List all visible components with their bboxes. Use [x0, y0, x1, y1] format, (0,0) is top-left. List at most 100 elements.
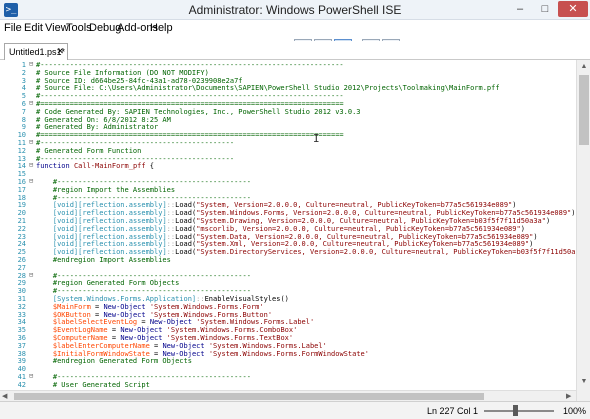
close-tab-icon[interactable]: ✕: [56, 46, 64, 57]
code-line[interactable]: 7 # Code Generated By: SAPIEN Technologie…: [0, 108, 576, 116]
code-line[interactable]: 27: [0, 264, 576, 272]
text-cursor-icon: I: [313, 132, 320, 145]
zoom-level: 100%: [563, 406, 587, 416]
code-line[interactable]: 4 # Source File: C:\Users\Administrator\D…: [0, 84, 576, 92]
vertical-scrollbar[interactable]: ▲ ▼: [576, 60, 590, 401]
code-token: 'System.Windows.Forms.Label': [204, 341, 327, 350]
menu-file[interactable]: File: [4, 22, 22, 34]
code-line[interactable]: 3 # Source ID: d664be25-84fc-43a1-ad78-02…: [0, 77, 576, 85]
fold-toggle-icon[interactable]: ⊟: [29, 139, 36, 146]
code-token: "System, Version=2.0.0.0, Culture=neutra…: [196, 201, 513, 210]
code-token: [void]: [36, 209, 79, 218]
code-line[interactable]: 17 #region Import the Assemblies: [0, 186, 576, 194]
code-text: # Generated Form Function: [36, 147, 141, 155]
code-token: ::: [166, 240, 176, 249]
line-number: 23: [17, 232, 26, 241]
code-text: #---------------------------------------…: [36, 272, 251, 280]
code-text: #=======================================…: [36, 100, 344, 108]
code-line[interactable]: 10 #=====================================…: [0, 131, 576, 139]
code-line[interactable]: 35 $EventLogName = New-Object 'System.Wi…: [0, 326, 576, 334]
fold-toggle-icon[interactable]: ⊟: [29, 100, 36, 107]
code-line[interactable]: 8 # Generated On: 6/8/2012 8:25 AM: [0, 116, 576, 124]
line-number: 35: [17, 326, 26, 335]
code-line[interactable]: 33 $OKButton = New-Object 'System.Window…: [0, 311, 576, 319]
scroll-left-icon[interactable]: ◀: [2, 392, 7, 400]
fold-toggle-icon[interactable]: ⊟: [29, 162, 36, 169]
line-number: 41: [17, 373, 26, 381]
code-line[interactable]: 39 #endregion Generated Form Objects: [0, 357, 576, 365]
code-token: "System.Windows.Forms, Version=2.0.0.0, …: [196, 209, 572, 218]
zoom-slider-thumb[interactable]: [513, 405, 518, 416]
code-line[interactable]: 9 # Generated By: Administrator: [0, 123, 576, 131]
line-number: 29: [17, 279, 26, 288]
code-line[interactable]: 23 [void][reflection.assembly]::Load("Sy…: [0, 233, 576, 241]
scroll-right-icon[interactable]: ▶: [566, 392, 571, 400]
code-line[interactable]: 25 [void][reflection.assembly]::Load("Sy…: [0, 248, 576, 256]
code-line[interactable]: 11 ⊟ #------------------------------------…: [0, 139, 576, 148]
menu-bar: File Edit View Tools Debug Add-ons Help: [0, 20, 590, 37]
code-token: $ComputerName: [36, 334, 108, 342]
code-line[interactable]: 14 ⊟ function Call-MainForm_pff {: [0, 162, 576, 171]
code-line[interactable]: 13 #-------------------------------------…: [0, 155, 576, 163]
code-line[interactable]: 22 [void][reflection.assembly]::Load("ms…: [0, 225, 576, 233]
close-button[interactable]: ✕: [558, 1, 588, 17]
code-line[interactable]: 29 #region Generated Form Objects: [0, 279, 576, 287]
code-line[interactable]: 40: [0, 365, 576, 373]
code-line[interactable]: 41 ⊟ #-----------------------------------…: [0, 373, 576, 382]
fold-toggle-icon[interactable]: ⊟: [29, 178, 36, 185]
code-line[interactable]: 28 ⊟ #-----------------------------------…: [0, 271, 576, 280]
tab-untitled1[interactable]: Untitled1.ps1* ✕: [4, 43, 68, 60]
code-line[interactable]: 32 $MainForm = New-Object 'System.Window…: [0, 303, 576, 311]
code-line[interactable]: 16 ⊟ #-----------------------------------…: [0, 178, 576, 187]
code-line[interactable]: 38 $InitialFormWindowState = New-Object …: [0, 350, 576, 358]
code-line[interactable]: 18 #------------------------------------…: [0, 194, 576, 202]
scroll-down-icon[interactable]: ▼: [579, 377, 589, 387]
fold-toggle-icon[interactable]: ⊟: [29, 373, 36, 380]
code-token: #---------------------------------------…: [36, 373, 251, 381]
horizontal-scroll-thumb[interactable]: [14, 393, 484, 400]
code-token: # Generated Form Function: [36, 146, 142, 155]
line-number: 8: [21, 115, 26, 124]
code-line[interactable]: 19 [void][reflection.assembly]::Load("Sy…: [0, 201, 576, 209]
code-token: ): [512, 201, 517, 210]
code-line[interactable]: 1 ⊟ #-------------------------------------…: [0, 61, 576, 70]
code-line[interactable]: 12 # Generated Form Function: [0, 147, 576, 155]
code-line[interactable]: 34 $labelSelectEventLog = New-Object 'Sy…: [0, 318, 576, 326]
code-line[interactable]: 37 $labelEnterComputerName = New-Object …: [0, 342, 576, 350]
code-line[interactable]: 42 # User Generated Script: [0, 381, 576, 389]
code-token: [reflection.assembly]: [78, 240, 167, 249]
minimize-button[interactable]: –: [508, 1, 532, 17]
maximize-button[interactable]: □: [533, 1, 557, 17]
script-editor[interactable]: 1 ⊟ #-------------------------------------…: [0, 60, 576, 401]
vertical-scroll-thumb[interactable]: [579, 75, 589, 145]
code-line[interactable]: 36 $ComputerName = New-Object 'System.Wi…: [0, 334, 576, 342]
menu-tools[interactable]: Tools: [66, 22, 92, 34]
scroll-up-icon[interactable]: ▲: [579, 62, 589, 72]
code-token: Load(: [175, 209, 197, 218]
code-text: #---------------------------------------…: [36, 194, 251, 202]
fold-toggle-icon[interactable]: ⊟: [29, 271, 36, 279]
line-number: 26: [17, 256, 26, 264]
horizontal-scrollbar[interactable]: ◀ ▶: [0, 390, 576, 401]
code-line[interactable]: 6 ⊟ #=====================================…: [0, 100, 576, 109]
code-token: $MainForm: [36, 302, 91, 311]
code-token: #---------------------------------------…: [36, 178, 251, 186]
code-line[interactable]: 20 [void][reflection.assembly]::Load("Sy…: [0, 209, 576, 217]
code-line[interactable]: 21 [void][reflection.assembly]::Load("Sy…: [0, 217, 576, 225]
zoom-slider[interactable]: [484, 410, 554, 412]
line-number: 5: [21, 92, 26, 101]
line-number: 22: [17, 224, 26, 233]
code-text: # Code Generated By: SAPIEN Technologies…: [36, 108, 361, 116]
code-line[interactable]: 2 # Source File Information (DO NOT MODIF…: [0, 69, 576, 77]
code-line[interactable]: 24 [void][reflection.assembly]::Load("Sy…: [0, 240, 576, 248]
code-token: #endregion Import Assemblies: [36, 256, 171, 264]
code-line[interactable]: 26 #endregion Import Assemblies: [0, 256, 576, 264]
code-line[interactable]: 5 #--------------------------------------…: [0, 92, 576, 100]
code-line[interactable]: 31 [System.Windows.Forms.Application]::E…: [0, 295, 576, 303]
menu-edit[interactable]: Edit: [24, 22, 43, 34]
fold-toggle-icon[interactable]: ⊟: [29, 61, 36, 68]
code-line[interactable]: 30 #------------------------------------…: [0, 287, 576, 295]
code-line[interactable]: 15: [0, 170, 576, 178]
menu-help[interactable]: Help: [150, 22, 173, 34]
code-token: [reflection.assembly]: [78, 248, 167, 257]
